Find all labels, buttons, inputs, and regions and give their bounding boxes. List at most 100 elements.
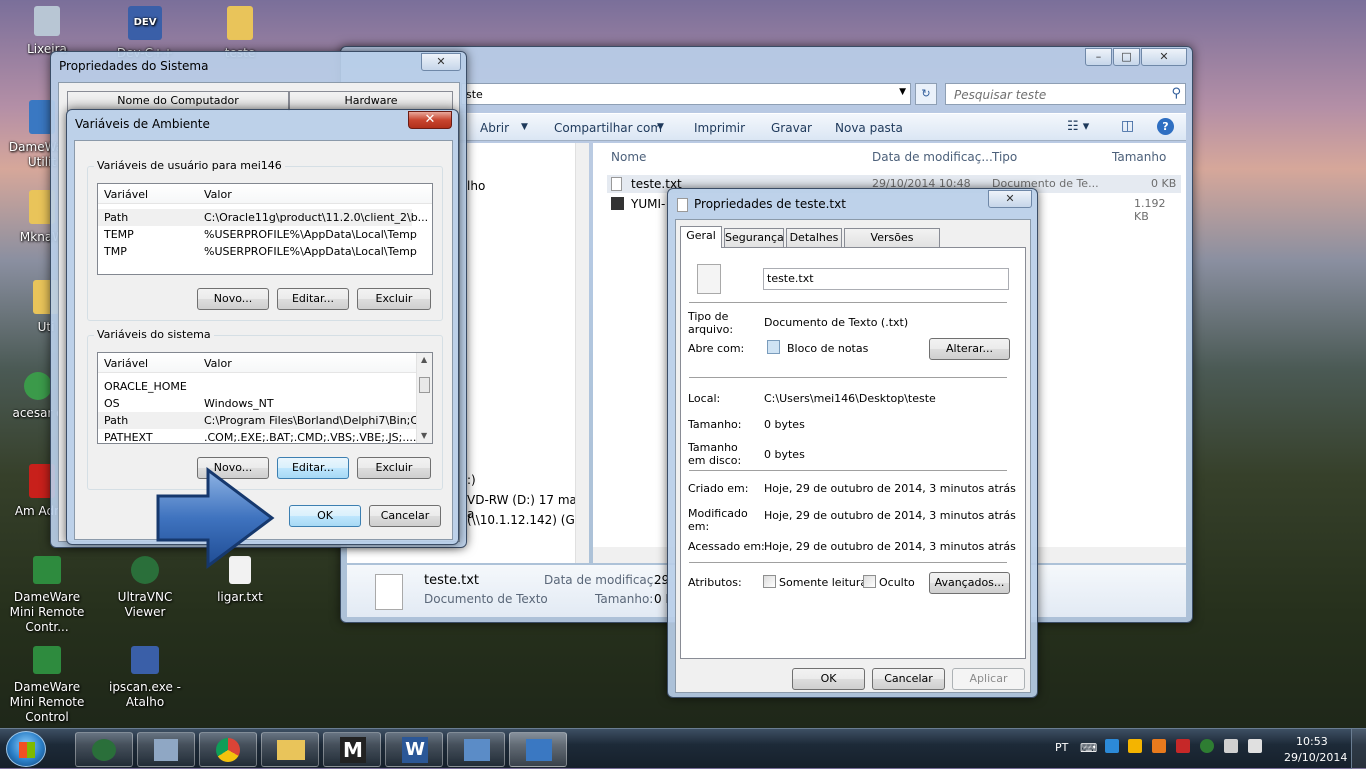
taskbar-ultravnc[interactable]	[75, 732, 133, 767]
address-dropdown-icon[interactable]: ▼	[899, 87, 906, 97]
share-dropdown-icon[interactable]: ▼	[657, 122, 664, 132]
text-file-icon	[677, 198, 688, 212]
column-header-date[interactable]: Data de modificaç...	[872, 150, 993, 164]
taskbar-m-app[interactable]: M	[323, 732, 381, 767]
readonly-checkbox[interactable]	[763, 575, 776, 588]
toolbar-share[interactable]: Compartilhar com	[554, 121, 662, 135]
desktop-icon-recycle-bin[interactable]: Lixeira	[5, 6, 89, 57]
desktop-icon-dameware-mini-1[interactable]: DameWare Mini Remote Contr...	[5, 556, 89, 635]
scroll-thumb[interactable]	[419, 377, 430, 393]
scroll-down-icon[interactable]: ▼	[421, 431, 427, 440]
column-header-value[interactable]: Valor	[204, 188, 232, 201]
start-button[interactable]	[6, 731, 46, 767]
toolbar-new-folder[interactable]: Nova pasta	[835, 121, 903, 135]
cancel-button[interactable]: Cancelar	[872, 668, 945, 690]
dropbox-icon[interactable]	[1105, 739, 1119, 753]
tab-previous-versions[interactable]: Versões Anteriores	[844, 228, 940, 262]
preview-pane-icon[interactable]: ◫	[1121, 118, 1134, 134]
maximize-button[interactable]: □	[1113, 48, 1140, 66]
hidden-checkbox[interactable]	[863, 575, 876, 588]
minimize-button[interactable]: –	[1085, 48, 1112, 66]
taskbar-network-app[interactable]	[137, 732, 195, 767]
close-button[interactable]: ✕	[408, 111, 452, 129]
toolbar-burn[interactable]: Gravar	[771, 121, 812, 135]
taskbar-explorer[interactable]	[261, 732, 319, 767]
clock-date[interactable]: 29/10/2014	[1284, 751, 1347, 764]
windows-logo-icon	[19, 742, 35, 758]
volume-icon[interactable]	[1248, 739, 1262, 753]
column-header-type[interactable]: Tipo	[992, 150, 1017, 164]
divider	[689, 562, 1007, 563]
column-header-value[interactable]: Valor	[204, 357, 232, 370]
user-edit-button[interactable]: Editar...	[277, 288, 349, 310]
show-desktop-button[interactable]	[1351, 729, 1366, 769]
desktop-icon-ipscan[interactable]: ipscan.exe - Atalho	[103, 646, 187, 710]
tray-c-icon[interactable]	[1200, 739, 1214, 753]
table-row[interactable]: Path C:\Oracle11g\product\11.2.0\client_2…	[98, 209, 428, 226]
help-icon[interactable]: ?	[1157, 118, 1174, 135]
ok-button[interactable]: OK	[792, 668, 865, 690]
tray-flag-icon[interactable]	[1176, 739, 1190, 753]
apply-button[interactable]: Aplicar	[952, 668, 1025, 690]
word-icon: W	[402, 737, 428, 763]
toolbar-open[interactable]: Abrir	[480, 121, 509, 135]
user-new-button[interactable]: Novo...	[197, 288, 269, 310]
nav-scrollbar[interactable]	[575, 143, 589, 563]
clock-time[interactable]: 10:53	[1296, 735, 1328, 748]
system-delete-button[interactable]: Excluir	[357, 457, 431, 479]
system-variables-list[interactable]: Variável Valor ORACLE_HOME OS Windows_NT …	[97, 352, 433, 444]
tab-details[interactable]: Detalhes	[786, 228, 842, 248]
table-row[interactable]: TMP %USERPROFILE%\AppData\Local\Temp	[98, 243, 417, 260]
open-dropdown-icon[interactable]: ▼	[521, 122, 528, 132]
tray-app-icon[interactable]	[1128, 739, 1142, 753]
system-edit-button[interactable]: Editar...	[277, 457, 349, 479]
close-button[interactable]: ✕	[1141, 48, 1187, 66]
user-variables-list[interactable]: Variável Valor Path C:\Oracle11g\product\…	[97, 183, 433, 275]
ultravnc-icon	[92, 739, 116, 761]
scroll-up-icon[interactable]: ▲	[421, 355, 427, 364]
search-icon: ⚲	[1171, 86, 1181, 101]
dameware-icon	[33, 646, 61, 674]
search-input[interactable]: Pesquisar teste ⚲	[945, 83, 1186, 105]
column-header-name[interactable]: Nome	[611, 150, 646, 164]
system-icon	[464, 739, 490, 761]
refresh-button[interactable]: ↻	[915, 83, 937, 105]
tray-display-icon[interactable]	[1224, 739, 1238, 753]
taskbar-dameware[interactable]	[509, 732, 567, 767]
tab-security[interactable]: Segurança	[724, 228, 784, 248]
table-row[interactable]: PATHEXT .COM;.EXE;.BAT;.CMD;.VBS;.VBE;.JS…	[98, 429, 416, 443]
table-row[interactable]: Path C:\Program Files\Borland\Delphi7\Bin…	[98, 412, 432, 429]
language-indicator[interactable]: PT	[1055, 741, 1068, 754]
address-bar[interactable]: ste ▼	[461, 83, 911, 105]
close-button[interactable]: ✕	[988, 190, 1032, 208]
keyboard-icon[interactable]: ⌨	[1080, 741, 1097, 755]
arrow-pointer-icon	[156, 467, 275, 569]
ok-button[interactable]: OK	[289, 505, 361, 527]
taskbar-word[interactable]: W	[385, 732, 443, 767]
tab-hardware[interactable]: Hardware	[289, 91, 453, 111]
close-button[interactable]: ✕	[421, 53, 461, 71]
table-row[interactable]: OS Windows_NT	[98, 395, 416, 412]
filename-input[interactable]: teste.txt	[763, 268, 1009, 290]
table-row[interactable]: ORACLE_HOME	[98, 378, 416, 395]
m-app-icon: M	[340, 737, 366, 763]
column-header-variable[interactable]: Variável	[104, 188, 148, 201]
view-options-icon[interactable]: ☷ ▾	[1067, 119, 1089, 134]
tab-general[interactable]: Geral	[680, 226, 722, 248]
tab-computer-name[interactable]: Nome do Computador	[67, 91, 289, 111]
desktop-icon-dameware-mini-2[interactable]: DameWare Mini Remote Control	[5, 646, 89, 725]
cancel-button[interactable]: Cancelar	[369, 505, 441, 527]
column-header-size[interactable]: Tamanho	[1112, 150, 1166, 164]
taskbar-chrome[interactable]	[199, 732, 257, 767]
toolbar-print[interactable]: Imprimir	[694, 121, 745, 135]
column-header-variable[interactable]: Variável	[104, 357, 148, 370]
dameware-icon	[526, 739, 552, 761]
vertical-scrollbar[interactable]: ▲ ▼	[416, 353, 432, 443]
command-bar: Abrir ▼ Compartilhar com ▼ Imprimir Grav…	[347, 113, 1186, 141]
taskbar-system[interactable]	[447, 732, 505, 767]
advanced-button[interactable]: Avançados...	[929, 572, 1010, 594]
table-row[interactable]: TEMP %USERPROFILE%\AppData\Local\Temp	[98, 226, 417, 243]
user-delete-button[interactable]: Excluir	[357, 288, 431, 310]
tray-warning-icon[interactable]	[1152, 739, 1166, 753]
change-button[interactable]: Alterar...	[929, 338, 1010, 360]
